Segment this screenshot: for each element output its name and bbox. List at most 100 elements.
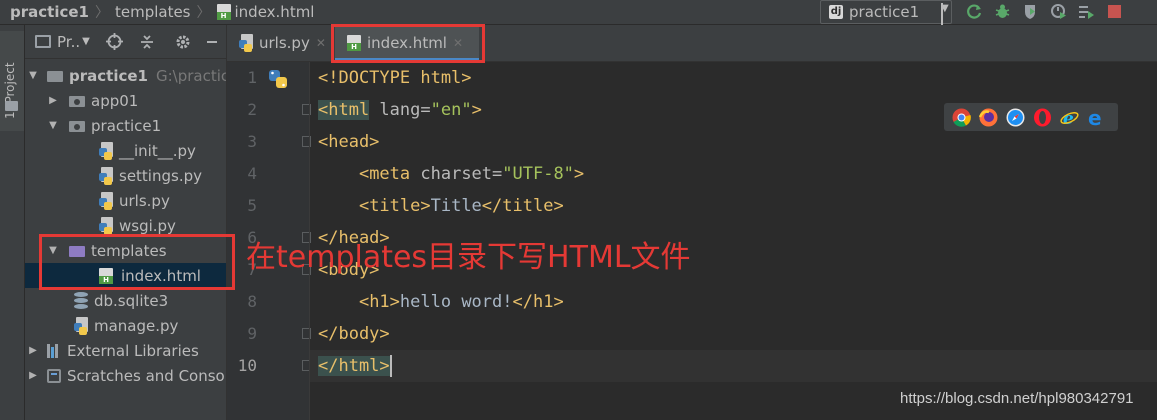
folder-icon — [5, 101, 18, 111]
python-file-icon — [99, 191, 115, 210]
tree-item-manage-py[interactable]: manage.py — [25, 313, 226, 338]
expand-arrow-icon[interactable]: ▶ — [47, 95, 59, 106]
code-line-1: <!DOCTYPE html> — [318, 62, 472, 94]
profile-icon[interactable] — [1049, 2, 1068, 21]
attr-value: "en" — [430, 100, 472, 120]
stop-icon[interactable] — [1105, 2, 1124, 21]
line-number: 5 — [247, 196, 257, 215]
tree-item-external-libraries[interactable]: ▶ External Libraries — [25, 338, 226, 363]
opera-icon[interactable] — [1033, 108, 1052, 127]
title-text: Title — [430, 196, 482, 216]
tree-item-practice1-root[interactable]: ▼ practice1 G:\practice — [25, 63, 226, 88]
edge-icon[interactable]: e — [1087, 106, 1106, 130]
safari-icon[interactable] — [1006, 108, 1025, 127]
firefox-icon[interactable] — [978, 108, 998, 127]
breadcrumb-project[interactable]: practice1 — [10, 3, 89, 21]
python-file-icon — [74, 316, 90, 335]
code-line-2: <html lang="en"> — [318, 94, 482, 126]
run-configuration-label: practice1 — [849, 3, 920, 21]
expand-arrow-icon[interactable]: ▼ — [27, 70, 39, 81]
doctype: <!DOCTYPE html> — [318, 68, 472, 88]
debug-icon[interactable] — [993, 2, 1012, 21]
folder-icon — [47, 69, 63, 82]
tree-item-urls-py[interactable]: urls.py — [25, 188, 226, 213]
line-number: 4 — [247, 164, 257, 183]
line-number: 3 — [247, 132, 257, 151]
open-in-browser-toolbar: e e — [944, 103, 1118, 131]
tool-window-strip: 1: Project — [0, 25, 25, 420]
tree-item-label: wsgi.py — [119, 216, 176, 235]
tag-close: > — [471, 100, 482, 120]
attr-value: "UTF-8" — [502, 164, 574, 184]
tab-urls-py[interactable]: urls.py ✕ — [239, 25, 337, 61]
tree-item-label: urls.py — [119, 191, 170, 210]
tag-close: > — [379, 356, 390, 376]
code-line-5: <title>Title</title> — [318, 190, 564, 222]
ie-icon[interactable]: e — [1060, 108, 1079, 129]
tree-item-practice1-package[interactable]: ▼ practice1 — [25, 113, 226, 138]
tag-head-open: <head> — [318, 132, 380, 152]
line-number: 8 — [247, 292, 257, 311]
tag-h1-open: <h1> — [358, 292, 400, 312]
coverage-icon[interactable] — [1021, 2, 1040, 21]
chevron-down-icon: ▼ — [941, 3, 949, 25]
chevron-down-icon[interactable]: ▼ — [82, 36, 90, 47]
python-file-icon — [239, 34, 255, 52]
rerun-icon[interactable] — [965, 2, 984, 21]
python-file-icon — [99, 166, 115, 185]
close-icon[interactable]: ✕ — [316, 36, 326, 50]
current-line-highlight — [310, 350, 1157, 382]
attr-name: lang= — [369, 100, 431, 120]
project-tree: ▼ practice1 G:\practice ▶ app01 ▼ practi… — [25, 63, 226, 388]
minimize-icon[interactable] — [206, 34, 217, 50]
run-configuration-select[interactable]: dj practice1 ▼ — [820, 0, 952, 25]
tag-title-open: <title> — [358, 196, 431, 216]
libraries-icon — [47, 343, 61, 358]
project-view-select[interactable]: Pr.. — [57, 33, 80, 51]
code-line-10: </html> — [318, 350, 392, 382]
run-toolbar — [965, 2, 1124, 21]
project-view-icon — [35, 35, 51, 48]
python-gutter-icon[interactable] — [267, 68, 289, 94]
tree-item-init-py[interactable]: __init__.py — [25, 138, 226, 163]
tree-item-label: settings.py — [119, 166, 202, 185]
code-line-4: <meta charset="UTF-8"> — [318, 158, 584, 190]
tree-item-scratches[interactable]: ▶ Scratches and Conso — [25, 363, 226, 388]
line-number: 2 — [247, 100, 257, 119]
tab-label: urls.py — [259, 34, 310, 52]
tree-item-settings-py[interactable]: settings.py — [25, 163, 226, 188]
project-panel-header: Pr.. ▼ — [25, 25, 226, 59]
locate-icon[interactable] — [105, 33, 123, 50]
collapse-all-icon[interactable] — [139, 34, 155, 50]
breadcrumb-folder[interactable]: templates — [115, 3, 191, 21]
tree-item-path: G:\practice — [155, 66, 226, 85]
folder-icon — [69, 94, 85, 107]
expand-arrow-icon[interactable]: ▶ — [27, 370, 39, 381]
text-caret — [389, 355, 392, 377]
python-file-icon — [99, 216, 115, 235]
tree-item-db-sqlite3[interactable]: db.sqlite3 — [25, 288, 226, 313]
tree-item-label: db.sqlite3 — [94, 291, 169, 310]
run-tests-icon[interactable] — [1077, 2, 1096, 21]
tree-item-label: manage.py — [94, 316, 179, 335]
expand-arrow-icon[interactable]: ▼ — [47, 120, 59, 131]
attr-name: charset= — [410, 164, 503, 184]
chrome-icon[interactable] — [952, 108, 971, 127]
tree-item-app01[interactable]: ▶ app01 — [25, 88, 226, 113]
tag-html-close: </html — [318, 356, 380, 376]
breadcrumb-file[interactable]: index.html — [235, 3, 315, 21]
annotation-box-tab — [331, 24, 485, 63]
tree-item-label: app01 — [91, 91, 139, 110]
code-line-9: </body> — [318, 318, 390, 350]
gear-icon[interactable] — [175, 34, 191, 50]
tag-html-open: <html — [318, 100, 370, 120]
project-tool-window: Pr.. ▼ ▼ practice1 G:\practice ▶ app01 ▼ — [25, 25, 227, 420]
project-tool-tab[interactable]: 1: Project — [0, 31, 24, 131]
expand-arrow-icon[interactable]: ▶ — [27, 345, 39, 356]
annotation-box-tree — [39, 234, 235, 290]
line-number: 9 — [247, 324, 257, 343]
tag-close: > — [573, 164, 585, 184]
tree-item-label: practice1 — [91, 116, 162, 135]
line-number: 10 — [237, 356, 257, 375]
tree-item-label: practice1 — [69, 66, 148, 85]
